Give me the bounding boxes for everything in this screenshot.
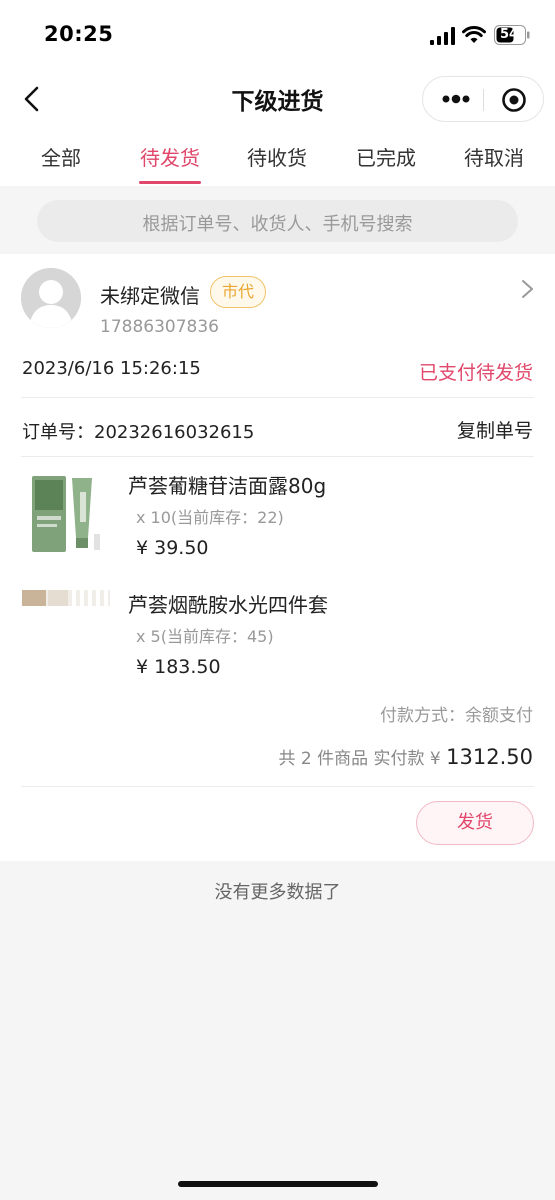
active-tab-indicator <box>139 181 201 184</box>
product-thumbnail <box>22 474 110 554</box>
battery-level: 54 <box>499 27 519 42</box>
product-image <box>22 590 110 606</box>
search-area: 根据订单号、收货人、手机号搜索 <box>0 186 555 254</box>
order-datetime: 2023/6/16 15:26:15 <box>22 358 201 379</box>
total-amount: 1312.50 <box>446 745 533 769</box>
home-indicator <box>178 1181 378 1187</box>
order-status: 已支付待发货 <box>418 362 533 384</box>
status-bar: 20:25 54 <box>0 0 555 70</box>
more-dots-icon[interactable] <box>441 90 471 108</box>
order-tabs: 全部 待发货 待收货 已完成 待取消 <box>0 128 555 186</box>
product-quantity: x 5(当前库存：45) <box>136 627 274 646</box>
order-number: 订单号：20232616032615 <box>22 418 254 444</box>
mini-program-capsule <box>422 76 544 122</box>
avatar <box>21 268 81 328</box>
divider <box>21 397 534 398</box>
divider <box>21 456 534 457</box>
user-name: 未绑定微信 <box>100 284 200 308</box>
search-input[interactable]: 根据订单号、收货人、手机号搜索 <box>37 200 518 242</box>
tab-all[interactable]: 全部 <box>6 142 116 171</box>
order-number-value: 20232616032615 <box>94 422 255 443</box>
order-card: 未绑定微信 市代 17886307836 2023/6/16 15:26:15 … <box>0 254 555 861</box>
product-price: ¥ 183.50 <box>136 656 221 678</box>
tab-pending-receipt[interactable]: 待收货 <box>222 142 332 171</box>
chevron-right-icon[interactable] <box>520 278 536 300</box>
tab-pending-shipment[interactable]: 待发货 <box>115 142 225 171</box>
search-placeholder: 根据订单号、收货人、手机号搜索 <box>142 214 413 235</box>
capsule-divider <box>483 89 484 111</box>
signal-icon <box>430 27 455 45</box>
user-phone: 17886307836 <box>100 317 219 337</box>
nav-bar: 下级进货 <box>0 70 555 128</box>
product-image <box>22 474 110 554</box>
ship-button[interactable]: 发货 <box>416 801 534 845</box>
product-name: 芦荟烟酰胺水光四件套 <box>128 593 328 617</box>
product-name: 芦荟葡糖苷洁面露80g <box>128 474 327 498</box>
order-summary: 共 2 件商品 实付款 ¥ <box>278 749 441 769</box>
target-icon[interactable] <box>501 87 527 113</box>
product-quantity: x 10(当前库存：22) <box>136 508 284 527</box>
payment-method: 付款方式：余额支付 <box>380 706 533 726</box>
tab-completed[interactable]: 已完成 <box>331 142 441 171</box>
tab-pending-cancel[interactable]: 待取消 <box>439 142 549 171</box>
user-level-badge: 市代 <box>210 276 266 308</box>
order-number-label: 订单号： <box>22 422 94 443</box>
default-avatar-icon <box>21 268 81 328</box>
product-thumbnail <box>22 590 110 606</box>
wifi-icon <box>462 26 486 43</box>
copy-order-number-button[interactable]: 复制单号 <box>457 416 533 443</box>
divider <box>21 786 534 787</box>
no-more-data: 没有更多数据了 <box>214 882 341 903</box>
status-time: 20:25 <box>44 22 114 46</box>
order-total: 共 2 件商品 实付款 ¥ 1312.50 <box>279 744 534 769</box>
product-price: ¥ 39.50 <box>136 537 209 559</box>
